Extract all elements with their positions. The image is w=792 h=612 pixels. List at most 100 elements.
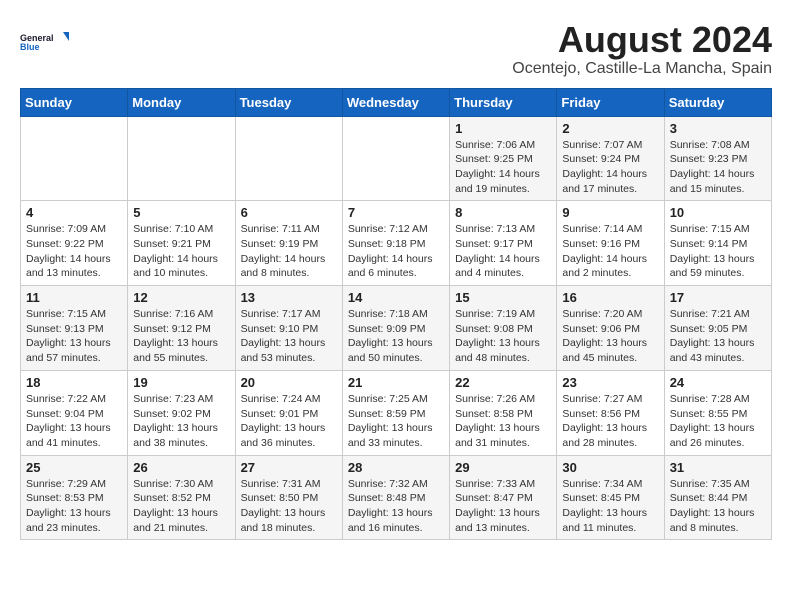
calendar-cell: 4Sunrise: 7:09 AMSunset: 9:22 PMDaylight… [21,201,128,286]
day-info: Sunrise: 7:07 AMSunset: 9:24 PMDaylight:… [562,138,658,197]
day-info: Sunrise: 7:32 AMSunset: 8:48 PMDaylight:… [348,477,444,536]
day-info: Sunrise: 7:31 AMSunset: 8:50 PMDaylight:… [241,477,337,536]
month-title: August 2024 [512,20,772,60]
calendar-cell: 16Sunrise: 7:20 AMSunset: 9:06 PMDayligh… [557,286,664,371]
weekday-header-thursday: Thursday [450,88,557,116]
calendar-cell: 7 Sunrise: 7:12 AMSunset: 9:18 PMDaylight… [342,201,449,286]
calendar-cell: 11 Sunrise: 7:15 AMSunset: 9:13 PMDayligh… [21,286,128,371]
day-number: 20 [241,375,337,390]
title-block: August 2024 Ocentejo, Castille-La Mancha… [512,20,772,78]
day-info: Sunrise: 7:24 AMSunset: 9:01 PMDaylight:… [241,392,337,451]
day-info: Sunrise: 7:15 AMSunset: 9:14 PMDaylight:… [670,222,766,281]
calendar-cell: 8Sunrise: 7:13 AMSunset: 9:17 PMDaylight… [450,201,557,286]
week-row-3: 11 Sunrise: 7:15 AMSunset: 9:13 PMDayligh… [21,286,772,371]
week-row-4: 18 Sunrise: 7:22 AMSunset: 9:04 PMDayligh… [21,370,772,455]
calendar-cell: 30 Sunrise: 7:34 AMSunset: 8:45 PMDayligh… [557,455,664,540]
calendar-cell: 21 Sunrise: 7:25 AMSunset: 8:59 PMDayligh… [342,370,449,455]
day-number: 31 [670,460,766,475]
week-row-1: 1Sunrise: 7:06 AMSunset: 9:25 PMDaylight… [21,116,772,201]
day-number: 22 [455,375,551,390]
calendar-cell: 15 Sunrise: 7:19 AMSunset: 9:08 PMDayligh… [450,286,557,371]
day-number: 26 [133,460,229,475]
day-info: Sunrise: 7:13 AMSunset: 9:17 PMDaylight:… [455,222,551,281]
calendar-cell: 25Sunrise: 7:29 AMSunset: 8:53 PMDayligh… [21,455,128,540]
day-info: Sunrise: 7:19 AMSunset: 9:08 PMDaylight:… [455,307,551,366]
week-row-2: 4Sunrise: 7:09 AMSunset: 9:22 PMDaylight… [21,201,772,286]
day-info: Sunrise: 7:06 AMSunset: 9:25 PMDaylight:… [455,138,551,197]
week-row-5: 25Sunrise: 7:29 AMSunset: 8:53 PMDayligh… [21,455,772,540]
calendar-cell: 13 Sunrise: 7:17 AMSunset: 9:10 PMDayligh… [235,286,342,371]
weekday-header-friday: Friday [557,88,664,116]
calendar-cell: 27 Sunrise: 7:31 AMSunset: 8:50 PMDayligh… [235,455,342,540]
page-header: General Blue August 2024 Ocentejo, Casti… [20,20,772,78]
weekday-header-wednesday: Wednesday [342,88,449,116]
calendar-cell: 28 Sunrise: 7:32 AMSunset: 8:48 PMDayligh… [342,455,449,540]
day-info: Sunrise: 7:30 AMSunset: 8:52 PMDaylight:… [133,477,229,536]
calendar-cell: 5Sunrise: 7:10 AMSunset: 9:21 PMDaylight… [128,201,235,286]
weekday-header-saturday: Saturday [664,88,771,116]
calendar-cell: 29 Sunrise: 7:33 AMSunset: 8:47 PMDayligh… [450,455,557,540]
calendar-cell: 18 Sunrise: 7:22 AMSunset: 9:04 PMDayligh… [21,370,128,455]
calendar-cell: 17 Sunrise: 7:21 AMSunset: 9:05 PMDayligh… [664,286,771,371]
calendar-table: SundayMondayTuesdayWednesdayThursdayFrid… [20,88,772,541]
day-number: 15 [455,290,551,305]
calendar-cell: 3 Sunrise: 7:08 AMSunset: 9:23 PMDaylight… [664,116,771,201]
day-number: 30 [562,460,658,475]
day-info: Sunrise: 7:18 AMSunset: 9:09 PMDaylight:… [348,307,444,366]
weekday-header-monday: Monday [128,88,235,116]
day-number: 3 [670,121,766,136]
day-number: 13 [241,290,337,305]
day-info: Sunrise: 7:26 AMSunset: 8:58 PMDaylight:… [455,392,551,451]
day-number: 14 [348,290,444,305]
day-info: Sunrise: 7:33 AMSunset: 8:47 PMDaylight:… [455,477,551,536]
day-info: Sunrise: 7:17 AMSunset: 9:10 PMDaylight:… [241,307,337,366]
day-info: Sunrise: 7:08 AMSunset: 9:23 PMDaylight:… [670,138,766,197]
day-number: 18 [26,375,122,390]
calendar-cell: 14 Sunrise: 7:18 AMSunset: 9:09 PMDayligh… [342,286,449,371]
logo-svg: General Blue [20,20,70,64]
day-info: Sunrise: 7:21 AMSunset: 9:05 PMDaylight:… [670,307,766,366]
day-number: 17 [670,290,766,305]
weekday-header-row: SundayMondayTuesdayWednesdayThursdayFrid… [21,88,772,116]
calendar-cell: 6Sunrise: 7:11 AMSunset: 9:19 PMDaylight… [235,201,342,286]
calendar-cell: 12Sunrise: 7:16 AMSunset: 9:12 PMDayligh… [128,286,235,371]
day-number: 10 [670,205,766,220]
calendar-cell: 24Sunrise: 7:28 AMSunset: 8:55 PMDayligh… [664,370,771,455]
day-info: Sunrise: 7:27 AMSunset: 8:56 PMDaylight:… [562,392,658,451]
day-number: 29 [455,460,551,475]
day-info: Sunrise: 7:15 AMSunset: 9:13 PMDaylight:… [26,307,122,366]
calendar-cell: 23 Sunrise: 7:27 AMSunset: 8:56 PMDayligh… [557,370,664,455]
day-number: 27 [241,460,337,475]
logo: General Blue [20,20,70,64]
calendar-cell: 22 Sunrise: 7:26 AMSunset: 8:58 PMDayligh… [450,370,557,455]
day-info: Sunrise: 7:22 AMSunset: 9:04 PMDaylight:… [26,392,122,451]
calendar-cell: 19Sunrise: 7:23 AMSunset: 9:02 PMDayligh… [128,370,235,455]
day-info: Sunrise: 7:28 AMSunset: 8:55 PMDaylight:… [670,392,766,451]
calendar-cell: 20 Sunrise: 7:24 AMSunset: 9:01 PMDayligh… [235,370,342,455]
calendar-cell [235,116,342,201]
day-info: Sunrise: 7:16 AMSunset: 9:12 PMDaylight:… [133,307,229,366]
day-number: 7 [348,205,444,220]
calendar-cell: 31Sunrise: 7:35 AMSunset: 8:44 PMDayligh… [664,455,771,540]
calendar-cell: 2 Sunrise: 7:07 AMSunset: 9:24 PMDaylight… [557,116,664,201]
day-number: 2 [562,121,658,136]
weekday-header-tuesday: Tuesday [235,88,342,116]
calendar-cell: 1Sunrise: 7:06 AMSunset: 9:25 PMDaylight… [450,116,557,201]
day-number: 28 [348,460,444,475]
svg-text:General: General [20,33,54,43]
calendar-cell [342,116,449,201]
day-number: 23 [562,375,658,390]
day-info: Sunrise: 7:14 AMSunset: 9:16 PMDaylight:… [562,222,658,281]
day-info: Sunrise: 7:20 AMSunset: 9:06 PMDaylight:… [562,307,658,366]
calendar-cell: 26 Sunrise: 7:30 AMSunset: 8:52 PMDayligh… [128,455,235,540]
location-title: Ocentejo, Castille-La Mancha, Spain [512,60,772,78]
day-info: Sunrise: 7:34 AMSunset: 8:45 PMDaylight:… [562,477,658,536]
day-number: 11 [26,290,122,305]
svg-text:Blue: Blue [20,42,40,52]
calendar-cell [21,116,128,201]
day-number: 21 [348,375,444,390]
day-info: Sunrise: 7:25 AMSunset: 8:59 PMDaylight:… [348,392,444,451]
calendar-cell [128,116,235,201]
day-info: Sunrise: 7:12 AMSunset: 9:18 PMDaylight:… [348,222,444,281]
day-info: Sunrise: 7:29 AMSunset: 8:53 PMDaylight:… [26,477,122,536]
